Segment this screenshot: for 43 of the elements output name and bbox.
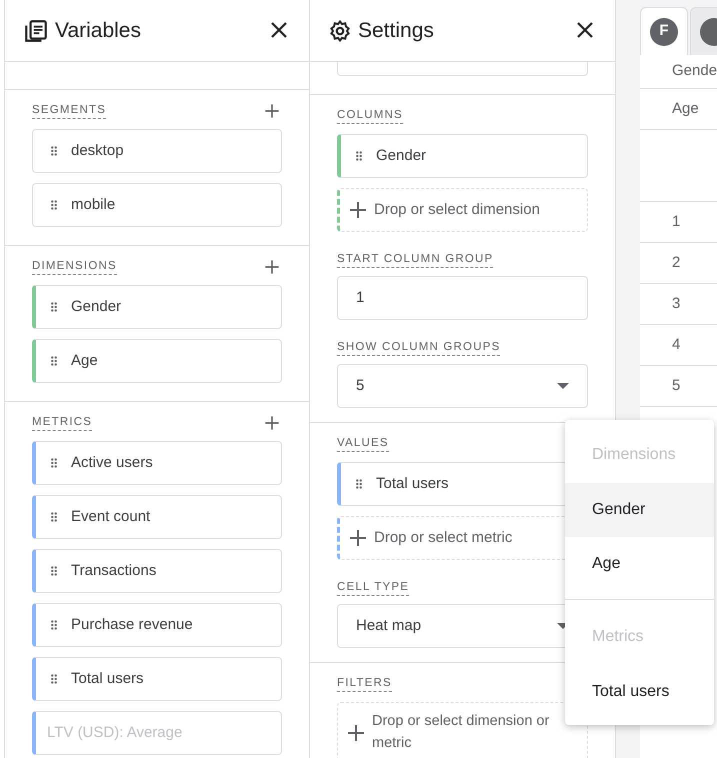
drop-zone[interactable]: Drop or select dimension xyxy=(337,188,588,232)
variable-chip[interactable]: mobile xyxy=(32,183,282,227)
section-label: DIMENSIONS xyxy=(32,259,117,275)
variable-chip[interactable]: Active users xyxy=(32,441,282,485)
field-label: FILTERS xyxy=(337,676,392,692)
variable-chip[interactable]: Gender xyxy=(337,134,588,178)
field-label: START COLUMN GROUP xyxy=(337,252,494,268)
field-label: VALUES xyxy=(337,436,389,452)
gear-icon xyxy=(328,18,352,42)
variable-chip[interactable]: Event count xyxy=(32,495,282,539)
variable-chip[interactable]: Total users xyxy=(32,657,282,701)
variable-chip[interactable]: desktop xyxy=(32,129,282,173)
header-cell-text: Gende xyxy=(672,61,717,82)
plus-icon xyxy=(350,530,366,546)
field-label: COLUMNS xyxy=(337,108,403,124)
section-label: SEGMENTS xyxy=(32,103,106,119)
caret-icon xyxy=(557,383,569,389)
text-field[interactable] xyxy=(337,62,588,76)
menu-header: Dimensions xyxy=(591,444,677,464)
field-label: CELL TYPE xyxy=(337,580,410,596)
menu-option[interactable]: Gender xyxy=(565,483,714,537)
row-number: 1 xyxy=(672,212,680,232)
field-label: SHOW COLUMN GROUPS xyxy=(337,340,500,356)
variable-chip[interactable]: Age xyxy=(32,339,282,383)
section-label: METRICS xyxy=(32,415,92,431)
plus-icon xyxy=(348,725,364,741)
avatar-icon: F xyxy=(650,18,678,46)
panel-title: Settings xyxy=(358,18,435,44)
plus-icon xyxy=(350,202,366,218)
report-tab[interactable]: F xyxy=(640,7,688,55)
row-number: 2 xyxy=(672,252,680,273)
menu-header: Metrics xyxy=(591,626,645,646)
variable-chip[interactable]: Transactions xyxy=(32,549,282,593)
panel-title: Variables xyxy=(55,18,142,44)
row-number: 3 xyxy=(672,294,680,314)
input-field[interactable]: 1 xyxy=(337,276,588,320)
row-number: 5 xyxy=(672,376,680,396)
row-number: 4 xyxy=(672,334,680,355)
select-field[interactable]: 5 xyxy=(337,364,588,408)
list-icon xyxy=(23,18,49,44)
variable-chip[interactable]: Gender xyxy=(32,285,282,329)
variable-chip[interactable]: Purchase revenue xyxy=(32,603,282,647)
header-cell-text: Age xyxy=(672,98,699,119)
